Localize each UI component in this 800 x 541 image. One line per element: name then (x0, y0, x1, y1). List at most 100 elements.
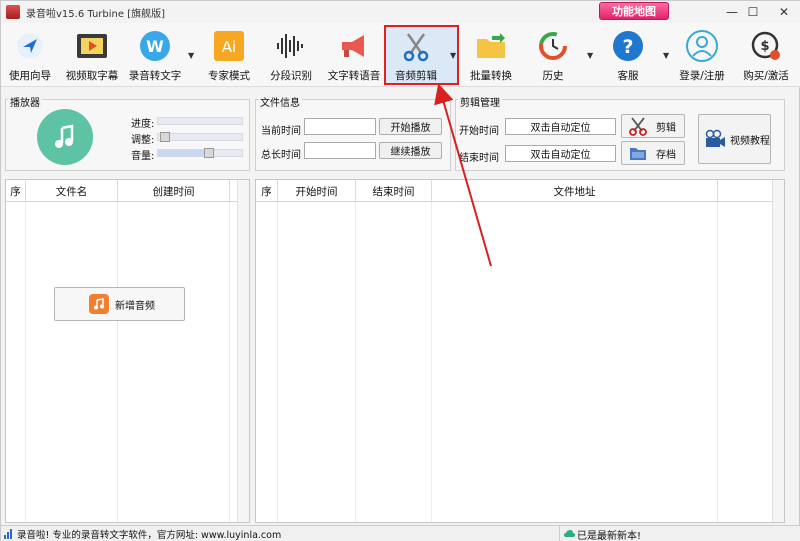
player-title: 播放器 (8, 94, 42, 109)
adjust-slider-thumb[interactable] (160, 132, 170, 142)
music-note-icon (37, 109, 93, 165)
start-play-button[interactable]: 开始播放 (379, 118, 442, 135)
continue-play-button[interactable]: 继续播放 (379, 142, 442, 159)
status-divider (559, 526, 560, 541)
video-tutorial-button[interactable]: 视频教程 (698, 114, 771, 164)
tool-audio-edit[interactable]: 音频剪辑 (389, 23, 443, 87)
clip-end-field[interactable]: 双击自动定位 (505, 145, 616, 162)
video-tutorial-label: 视频教程 (730, 135, 770, 147)
window-title: 录音啦v15.6 Turbine [旗舰版] (26, 8, 165, 20)
adjust-label: 调整: (131, 135, 155, 146)
grid-column (432, 202, 718, 522)
total-time-label: 总长时间 (261, 150, 301, 161)
current-time-label: 当前时间 (261, 126, 301, 137)
total-time-field[interactable] (304, 142, 376, 159)
grid-column (6, 202, 26, 522)
add-audio-icon (89, 294, 109, 314)
clip-list-table: 序 开始时间 结束时间 文件地址 (255, 179, 785, 523)
update-status: 已是最新新本! (577, 531, 642, 541)
tool-segment-recognition[interactable]: 分段识别 (267, 23, 315, 87)
progress-label: 进度: (131, 119, 155, 130)
cut-button-label: 剪辑 (656, 122, 676, 134)
grid-column (356, 202, 432, 522)
svg-text:$: $ (760, 39, 769, 54)
tool-login-label: 登录/注册 (679, 70, 725, 82)
save-button[interactable]: 存档 (621, 141, 685, 165)
close-button[interactable]: ✕ (761, 1, 800, 23)
clip-end-label: 结束时间 (459, 153, 499, 164)
toolbar: 使用向导 视频取字幕 W 录音转文字 ▼ Ai 专家模式 分段识别 文字转语音 … (1, 23, 800, 87)
tool-text-to-speech[interactable]: 文字转语音 (325, 23, 383, 87)
vertical-scrollbar[interactable] (772, 180, 784, 522)
signal-icon (4, 529, 14, 539)
volume-slider[interactable] (157, 148, 243, 158)
clip-list-header: 序 开始时间 结束时间 文件地址 (256, 180, 784, 202)
grid-column (256, 202, 278, 522)
purchase-icon: $ (749, 29, 783, 63)
history-dropdown-icon[interactable]: ▼ (587, 51, 593, 60)
tool-audio-to-text-label: 录音转文字 (128, 70, 182, 82)
tool-purchase[interactable]: $ 购买/激活 (739, 23, 793, 87)
file-info-title: 文件信息 (258, 94, 302, 109)
tool-text-to-speech-label: 文字转语音 (327, 70, 381, 82)
volume-label: 音量: (131, 151, 155, 162)
status-bar: 录音啦! 专业的录音转文字软件，官方网址: www.luyinla.com 已是… (1, 525, 800, 541)
col-end-time[interactable]: 结束时间 (356, 180, 432, 202)
tool-support[interactable]: ? 客服 (605, 23, 651, 87)
grid-column (278, 202, 356, 522)
col-index[interactable]: 序 (6, 180, 26, 202)
tool-guide-label: 使用向导 (9, 70, 51, 82)
add-audio-label: 新增音频 (115, 300, 155, 312)
adjust-slider[interactable] (157, 132, 243, 142)
folder-icon (474, 29, 508, 63)
file-list-table: 序 文件名 创建时间 (5, 179, 250, 523)
svg-text:?: ? (622, 36, 633, 58)
grid-column (118, 202, 230, 522)
tool-history-label: 历史 (542, 70, 564, 82)
tool-batch-convert-label: 批量转换 (470, 70, 512, 82)
file-list-header: 序 文件名 创建时间 (6, 180, 249, 202)
navigation-arrow-icon (13, 29, 47, 63)
col-filename[interactable]: 文件名 (26, 180, 118, 202)
add-audio-button[interactable]: 新增音频 (54, 287, 185, 321)
vertical-scrollbar[interactable] (237, 180, 249, 522)
clip-start-field[interactable]: 双击自动定位 (505, 118, 616, 135)
update-cloud-icon (564, 529, 575, 539)
col-start-time[interactable]: 开始时间 (278, 180, 356, 202)
clip-start-label: 开始时间 (459, 126, 499, 137)
tool-guide[interactable]: 使用向导 (7, 23, 53, 87)
title-bar: 录音啦v15.6 Turbine [旗舰版] 功能地图 — ☐ ✕ (1, 1, 800, 23)
tool-support-label: 客服 (617, 70, 639, 82)
tool-expert-mode[interactable]: Ai 专家模式 (205, 23, 253, 87)
feature-map-button[interactable]: 功能地图 (599, 2, 669, 20)
volume-slider-thumb[interactable] (204, 148, 214, 158)
scissors-icon (399, 29, 433, 63)
grid-column (26, 202, 118, 522)
col-clip-index[interactable]: 序 (256, 180, 278, 202)
waveform-icon (274, 29, 308, 63)
progress-slider[interactable] (157, 117, 243, 125)
tool-login[interactable]: 登录/注册 (675, 23, 729, 87)
clip-title: 剪辑管理 (458, 94, 502, 109)
user-icon (685, 29, 719, 63)
tool-history[interactable]: 历史 (529, 23, 577, 87)
video-camera-icon (704, 129, 726, 149)
tool-purchase-label: 购买/激活 (743, 70, 789, 82)
svg-text:W: W (146, 37, 164, 56)
tool-audio-to-text[interactable]: W 录音转文字 (125, 23, 185, 87)
cut-button[interactable]: 剪辑 (621, 114, 685, 138)
col-created-time[interactable]: 创建时间 (118, 180, 230, 202)
current-time-field[interactable] (304, 118, 376, 135)
cut-scissors-icon (628, 116, 648, 136)
col-file-path[interactable]: 文件地址 (432, 180, 718, 202)
audio-to-text-dropdown-icon[interactable]: ▼ (188, 51, 194, 60)
tool-video-subtitle[interactable]: 视频取字幕 (63, 23, 121, 87)
audio-edit-dropdown-icon[interactable]: ▼ (450, 51, 456, 60)
tool-video-subtitle-label: 视频取字幕 (65, 70, 119, 82)
video-play-icon (75, 29, 109, 63)
tool-batch-convert[interactable]: 批量转换 (467, 23, 515, 87)
app-logo-icon (6, 5, 20, 19)
support-dropdown-icon[interactable]: ▼ (663, 51, 669, 60)
app-window: 录音啦v15.6 Turbine [旗舰版] 功能地图 — ☐ ✕ 使用向导 视… (0, 0, 800, 541)
ai-icon: Ai (212, 29, 246, 63)
